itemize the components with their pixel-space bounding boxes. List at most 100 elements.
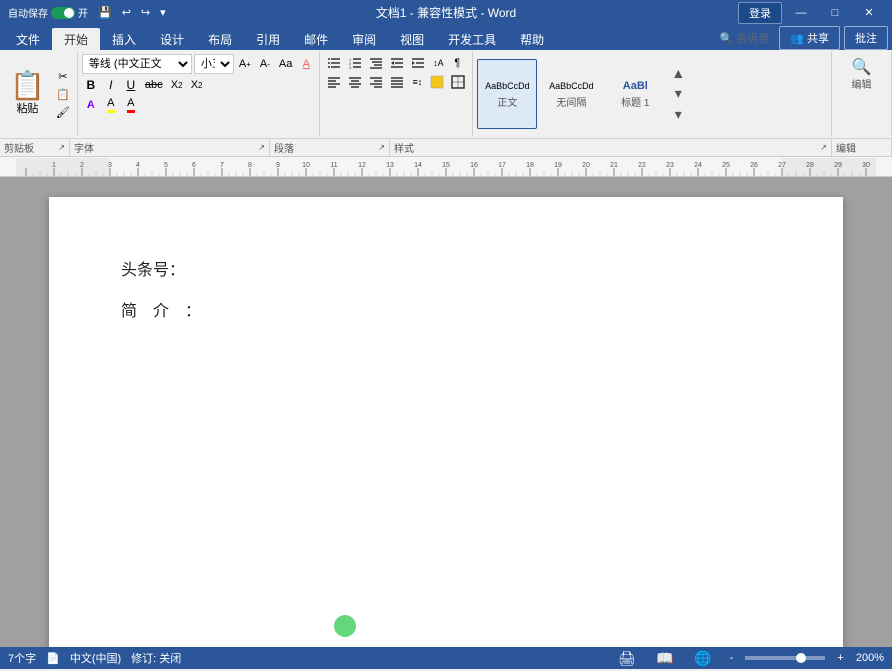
line-spacing-button[interactable]: ≡↕ — [408, 73, 426, 91]
close-button[interactable]: ✕ — [854, 0, 884, 25]
zoom-out-button[interactable]: - — [726, 652, 738, 664]
quick-toolbar-dropdown[interactable]: ▾ — [156, 4, 170, 21]
align-center-button[interactable] — [345, 73, 365, 91]
styles-scroll-down[interactable]: ▾ — [669, 83, 687, 104]
tab-insert[interactable]: 插入 — [100, 28, 148, 50]
tab-help[interactable]: 帮助 — [508, 28, 556, 50]
zoom-level[interactable]: 200% — [856, 652, 884, 664]
share-label: 共享 — [807, 30, 829, 46]
minimize-button[interactable]: — — [786, 0, 816, 25]
styles-scroll-container: ▲ ▾ ▾ — [669, 63, 687, 125]
autosave-toggle[interactable]: 自动保存 开 — [8, 5, 88, 20]
show-marks-button[interactable]: ¶ — [448, 54, 466, 72]
svg-text:2: 2 — [80, 162, 84, 169]
svg-text:30: 30 — [862, 162, 870, 169]
tab-developer[interactable]: 开发工具 — [436, 28, 508, 50]
decrease-indent-button[interactable] — [387, 54, 407, 72]
font-expand[interactable]: ↗ — [258, 143, 265, 152]
highlight-button[interactable]: A — [102, 96, 120, 114]
restore-button[interactable]: □ — [820, 0, 850, 25]
search-button[interactable]: 🔍 — [849, 58, 875, 76]
clipboard-expand[interactable]: ↗ — [58, 143, 65, 152]
review-button[interactable]: 批注 — [844, 26, 888, 50]
cut-button[interactable]: ✂ — [53, 68, 73, 85]
tab-references[interactable]: 引用 — [244, 28, 292, 50]
doc-container[interactable]: 头条号： 简 介 ： — [0, 177, 892, 647]
svg-text:9: 9 — [276, 162, 280, 169]
login-button[interactable]: 登录 — [738, 2, 782, 24]
justify-button[interactable] — [387, 73, 407, 91]
title-bar-right: 登录 — □ ✕ — [738, 0, 884, 25]
bold-button[interactable]: B — [82, 76, 100, 94]
tab-mailings[interactable]: 邮件 — [292, 28, 340, 50]
word-count[interactable]: 7个字 — [8, 650, 36, 666]
superscript-button[interactable]: X2 — [188, 76, 206, 94]
svg-text:4: 4 — [136, 162, 140, 169]
subscript-button[interactable]: X2 — [168, 76, 186, 94]
styles-scroll-up[interactable]: ▲ — [669, 63, 687, 83]
tab-review[interactable]: 审阅 — [340, 28, 388, 50]
tab-view[interactable]: 视图 — [388, 28, 436, 50]
doc-page[interactable]: 头条号： 简 介 ： — [49, 197, 843, 647]
autosave-dot — [64, 8, 74, 18]
redo-button[interactable]: ↪ — [137, 4, 154, 21]
layout-print-button[interactable]: 🖨 — [612, 646, 642, 671]
svg-text:1: 1 — [52, 162, 56, 169]
autosave-pill[interactable] — [51, 7, 75, 19]
tab-file[interactable]: 文件 — [4, 28, 52, 50]
sort-button[interactable]: ↕A — [429, 54, 447, 72]
style-heading1[interactable]: AaBl 标题 1 — [605, 59, 665, 129]
para-expand[interactable]: ↗ — [378, 143, 385, 152]
shading-button[interactable] — [427, 73, 447, 91]
language[interactable]: 中文(中国) — [70, 650, 121, 666]
font-name-select[interactable]: 等线 (中文正文 — [82, 54, 192, 74]
zoom-in-button[interactable]: + — [833, 652, 847, 664]
svg-text:14: 14 — [414, 162, 422, 169]
language-icon: 📄 — [46, 652, 60, 665]
save-button[interactable]: 💾 — [94, 4, 116, 21]
format-painter-button[interactable]: 🖌 — [53, 104, 73, 121]
tell-me-button[interactable]: 🔍 告诉我 — [714, 28, 776, 48]
underline-button[interactable]: U — [122, 76, 140, 94]
styles-expand[interactable]: ↗ — [820, 143, 827, 152]
change-case-button[interactable]: Aa — [276, 55, 295, 73]
borders-button[interactable] — [448, 73, 468, 91]
svg-text:10: 10 — [302, 162, 310, 169]
style-heading1-preview: AaBl — [623, 80, 648, 92]
font-color-button[interactable]: A — [122, 96, 140, 114]
undo-button[interactable]: ↩ — [118, 4, 135, 21]
share-button[interactable]: 👥 共享 — [779, 26, 840, 50]
styles-more[interactable]: ▾ — [669, 104, 687, 125]
svg-text:17: 17 — [498, 162, 506, 169]
bullets-button[interactable] — [324, 54, 344, 72]
document-title: 文档1 - 兼容性模式 - Word — [376, 4, 516, 21]
style-no-spacing[interactable]: AaBbCcDd 无间隔 — [541, 59, 601, 129]
paste-button[interactable]: 📋 粘贴 — [4, 70, 51, 118]
ruler-content: 1234567891011121314151617181920212223242… — [0, 157, 892, 176]
clear-format-button[interactable]: A — [297, 55, 315, 73]
track-changes[interactable]: 修订: 关闭 — [131, 650, 181, 666]
clipboard-top: 📋 粘贴 ✂ 📋 🖌 — [4, 54, 73, 134]
font-shrink-button[interactable]: A- — [256, 55, 274, 73]
italic-button[interactable]: I — [102, 76, 120, 94]
multilevel-button[interactable] — [366, 54, 386, 72]
para-row2: ≡↕ — [324, 73, 468, 91]
zoom-slider[interactable] — [745, 656, 825, 660]
tab-layout[interactable]: 布局 — [196, 28, 244, 50]
layout-web-button[interactable]: 🌐 — [688, 646, 718, 671]
text-effect-button[interactable]: A — [82, 96, 100, 114]
style-normal[interactable]: AaBbCcDd 正文 — [477, 59, 537, 129]
strikethrough-button[interactable]: abc — [142, 76, 166, 94]
doc-line1: 头条号： — [121, 257, 771, 286]
layout-read-button[interactable]: 📖 — [650, 646, 680, 671]
copy-button[interactable]: 📋 — [53, 86, 73, 103]
align-left-button[interactable] — [324, 73, 344, 91]
font-size-select[interactable]: 小五 — [194, 54, 234, 74]
paragraph-group: 123 ↕A ¶ — [320, 52, 473, 136]
tab-design[interactable]: 设计 — [148, 28, 196, 50]
align-right-button[interactable] — [366, 73, 386, 91]
tab-home[interactable]: 开始 — [52, 28, 100, 50]
increase-indent-button[interactable] — [408, 54, 428, 72]
font-grow-button[interactable]: A+ — [236, 55, 254, 73]
numbering-button[interactable]: 123 — [345, 54, 365, 72]
